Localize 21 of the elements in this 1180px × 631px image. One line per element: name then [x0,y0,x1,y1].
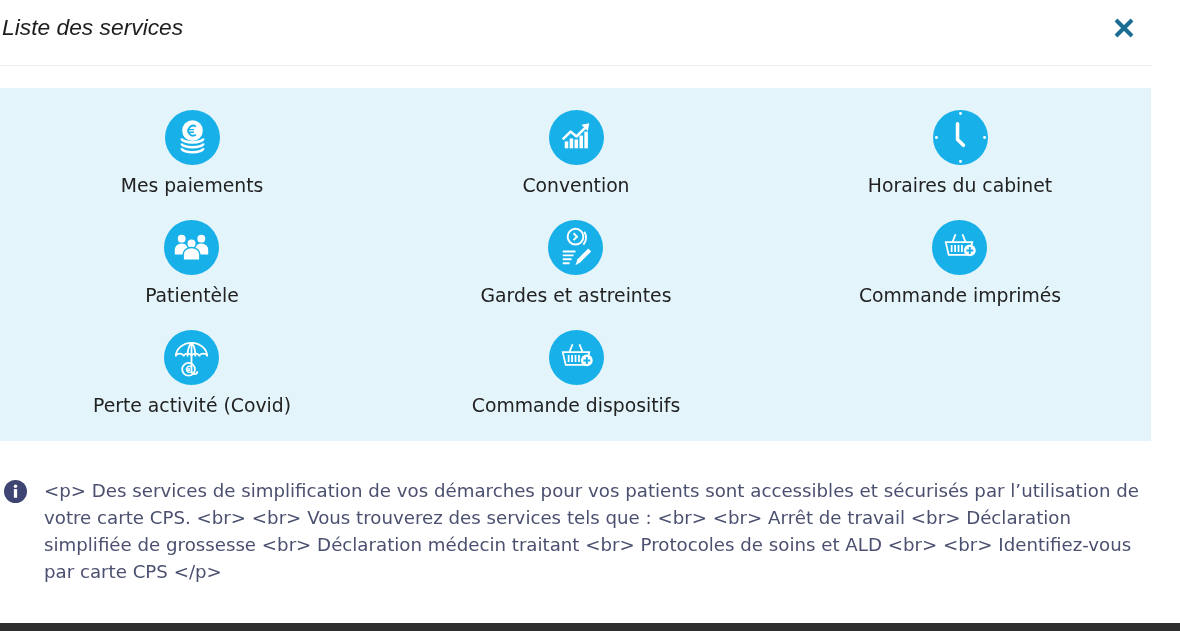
people-icon [164,220,220,275]
coins-icon [164,110,220,165]
service-tile[interactable]: Mes paiements [120,110,264,198]
rising-chart-icon [548,110,604,165]
service-tile[interactable]: Perte activité (Covid) [93,330,291,418]
basket-plus-icon [932,220,988,275]
close-icon [1114,17,1134,38]
info-text: <p> Des services de simplification de vos démarches pour vos patients sont accessibles et sécurisés par l’utilisation de votre carte CPS. <br> <br> Vous trouverez des services tels que : <br> <br> Arrêt de travail <br> Déclaration simplifiée de grossesse <br> Déclaration médecin traitant <br> Protocoles de soins et ALD <br> <br> Identifiez-vous par carte CPS </p> [44,479,1140,584]
dialog-title: Liste des services [2,14,184,41]
service-tile[interactable]: Patientèle [145,220,239,308]
basket-plus-icon [548,330,604,385]
service-tile[interactable]: Commande dispositifs [471,330,681,418]
stopwatch-pen-icon [548,220,604,275]
clock-icon [932,110,988,165]
service-tile[interactable]: Gardes et astreintes [480,220,672,308]
close-button[interactable] [1114,17,1134,38]
service-tile[interactable]: Horaires du cabinet [867,110,1053,198]
umbrella-euro-icon [164,330,220,385]
service-tile[interactable]: Commande imprimés [858,220,1062,308]
service-tile[interactable]: Convention [522,110,630,198]
info-icon [4,480,27,503]
